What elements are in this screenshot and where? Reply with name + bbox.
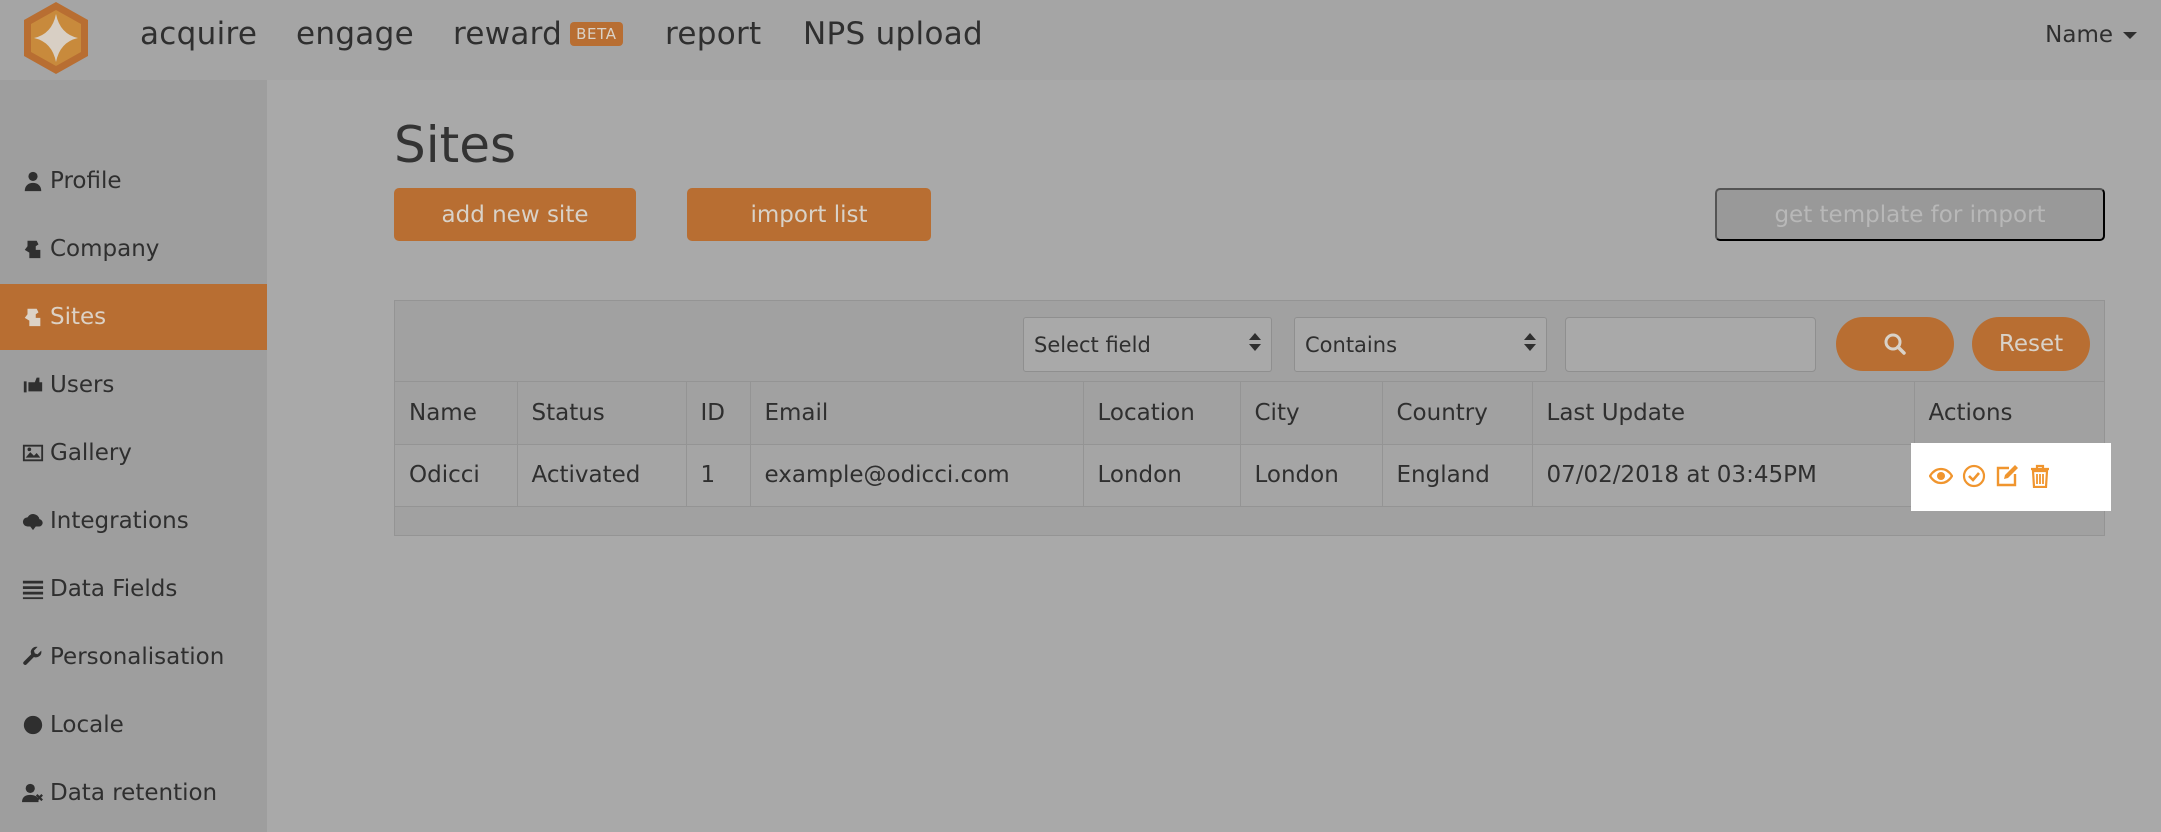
sidebar-item-company[interactable]: Company [0, 216, 267, 282]
operator-select-value: Contains [1305, 332, 1398, 357]
globe-icon [20, 712, 46, 738]
sidebar-item-label: Profile [50, 168, 122, 194]
select-arrows-icon [1524, 333, 1536, 357]
col-header-location[interactable]: Location [1083, 382, 1241, 444]
sidebar-item-label: Locale [50, 712, 124, 738]
user-menu[interactable]: Name [2045, 22, 2137, 48]
col-header-email[interactable]: Email [750, 382, 1084, 444]
page-title: Sites [394, 116, 517, 174]
cell-actions [1910, 442, 2111, 511]
users-hand-icon [20, 372, 46, 398]
search-icon [1884, 333, 1906, 355]
add-new-site-button[interactable]: add new site [394, 188, 636, 241]
cell-status: Activated [517, 443, 687, 507]
nav-reward-label: reward [453, 16, 563, 52]
col-header-id[interactable]: ID [686, 382, 751, 444]
col-header-last-update[interactable]: Last Update [1532, 382, 1915, 444]
sidebar: Profile Company Sites Users Gallery Inte… [0, 80, 267, 832]
col-header-actions: Actions [1928, 399, 2013, 426]
user-name: Name [2045, 22, 2113, 48]
operator-select[interactable]: Contains [1294, 317, 1547, 372]
cell-last-update: 07/02/2018 at 03:45PM [1532, 443, 1915, 507]
sidebar-item-personalisation[interactable]: Personalisation [0, 624, 267, 690]
wrench-icon [20, 644, 46, 670]
sidebar-item-label: Users [50, 372, 115, 398]
field-select[interactable]: Select field [1023, 317, 1272, 372]
select-arrows-icon [1249, 333, 1261, 357]
delete-trash-icon[interactable] [2028, 463, 2052, 489]
cloud-download-icon [20, 508, 46, 534]
edit-icon[interactable] [1995, 463, 2019, 489]
col-header-city[interactable]: City [1240, 382, 1383, 444]
sidebar-item-profile[interactable]: Profile [0, 148, 267, 214]
nav-reward[interactable]: reward BETA [453, 16, 623, 52]
sidebar-item-label: Data Fields [50, 576, 178, 602]
sidebar-item-data-fields[interactable]: Data Fields [0, 556, 267, 622]
sidebar-item-gallery[interactable]: Gallery [0, 420, 267, 486]
sidebar-item-label: Sites [50, 304, 107, 330]
cell-email: example@odicci.com [750, 443, 1084, 507]
sidebar-item-label: Company [50, 236, 160, 262]
beta-badge: BETA [570, 22, 623, 46]
cell-country: England [1382, 443, 1533, 507]
caret-down-icon [2123, 32, 2137, 39]
filter-bar: Select field Contains Reset [395, 301, 2104, 382]
activate-check-icon[interactable] [1962, 463, 1986, 489]
table-header-row: Name Status ID Email Location City Count… [395, 382, 2104, 444]
sidebar-item-locale[interactable]: Locale [0, 692, 267, 758]
sidebar-item-label: Integrations [50, 508, 189, 534]
sidebar-item-sites[interactable]: Sites [0, 284, 267, 350]
company-icon [20, 236, 46, 262]
nav-engage[interactable]: engage [296, 16, 414, 52]
col-header-name[interactable]: Name [395, 382, 518, 444]
col-header-country[interactable]: Country [1382, 382, 1533, 444]
sidebar-item-data-retention[interactable]: Data retention [0, 760, 267, 826]
user-remove-icon [20, 780, 46, 806]
cell-id: 1 [686, 443, 751, 507]
sidebar-item-label: Data retention [50, 780, 218, 806]
cell-name: Odicci [395, 443, 518, 507]
nav-acquire[interactable]: acquire [140, 16, 257, 52]
action-icons [1928, 463, 2052, 489]
sidebar-item-users[interactable]: Users [0, 352, 267, 418]
table-row: Odicci Activated 1 example@odicci.com Lo… [395, 442, 2111, 511]
field-select-value: Select field [1034, 332, 1151, 357]
search-input[interactable] [1565, 317, 1816, 372]
sites-table-panel: Select field Contains Reset Name Status … [394, 300, 2111, 536]
col-header-status[interactable]: Status [517, 382, 687, 444]
sidebar-item-label: Personalisation [50, 644, 225, 670]
logo-icon[interactable] [20, 0, 92, 76]
user-icon [20, 168, 46, 194]
import-list-button[interactable]: import list [687, 188, 931, 241]
list-icon [20, 576, 46, 602]
sidebar-item-integrations[interactable]: Integrations [0, 488, 267, 554]
sites-table: Name Status ID Email Location City Count… [395, 382, 2111, 511]
image-icon [20, 440, 46, 466]
top-navbar: acquire engage reward BETA report NPS upl… [0, 0, 2161, 80]
nav-report[interactable]: report [665, 16, 761, 52]
get-template-button[interactable]: get template for import [1715, 188, 2105, 241]
reset-button[interactable]: Reset [1972, 317, 2090, 371]
cell-city: London [1240, 443, 1383, 507]
cell-location: London [1083, 443, 1241, 507]
search-button[interactable] [1836, 317, 1954, 371]
view-eye-icon[interactable] [1928, 463, 1953, 489]
sidebar-item-label: Gallery [50, 440, 132, 466]
nav-nps-upload[interactable]: NPS upload [803, 16, 983, 52]
sites-icon [20, 304, 46, 330]
